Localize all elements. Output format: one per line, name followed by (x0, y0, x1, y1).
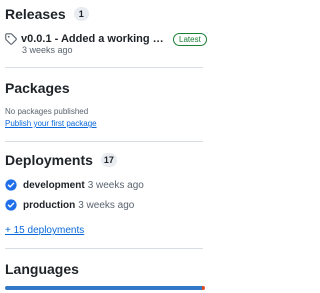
check-circle-icon (5, 199, 17, 211)
publish-package-link[interactable]: Publish your first package (5, 119, 97, 128)
divider (5, 141, 203, 142)
releases-title[interactable]: Releases (5, 6, 66, 22)
more-deployments-link[interactable]: + 15 deployments (5, 225, 84, 236)
divider (5, 67, 203, 68)
releases-count-badge: 1 (73, 7, 89, 21)
language-bar-segment (5, 286, 202, 290)
repo-sidebar: Releases 1 v0.0.1 - Added a working vers… (0, 0, 300, 293)
language-bar (5, 286, 205, 290)
packages-empty-text: No packages published (5, 107, 89, 116)
deployment-time: 3 weeks ago (87, 179, 144, 191)
packages-title[interactable]: Packages (5, 80, 70, 96)
packages-header: Packages (5, 80, 203, 96)
languages-header: Languages (5, 261, 203, 277)
language-bar-segment (202, 286, 205, 290)
check-circle-icon (5, 179, 17, 191)
latest-badge: Latest (173, 32, 207, 46)
languages-title: Languages (5, 261, 79, 277)
deployment-env-name[interactable]: production (23, 200, 75, 211)
release-name[interactable]: v0.0.1 - Added a working versio... (21, 33, 166, 45)
deployment-time: 3 weeks ago (78, 199, 135, 211)
tag-icon (5, 33, 17, 45)
deployments-header: Deployments 17 (5, 152, 203, 168)
deployments-count-badge: 17 (100, 153, 117, 167)
divider (5, 248, 203, 249)
releases-header: Releases 1 (5, 6, 203, 22)
release-date: 3 weeks ago (22, 45, 73, 55)
deployment-item: production 3 weeks ago (5, 199, 134, 211)
deployment-item: development 3 weeks ago (5, 179, 144, 191)
deployment-env-name[interactable]: development (23, 180, 85, 191)
deployments-title[interactable]: Deployments (5, 152, 93, 168)
